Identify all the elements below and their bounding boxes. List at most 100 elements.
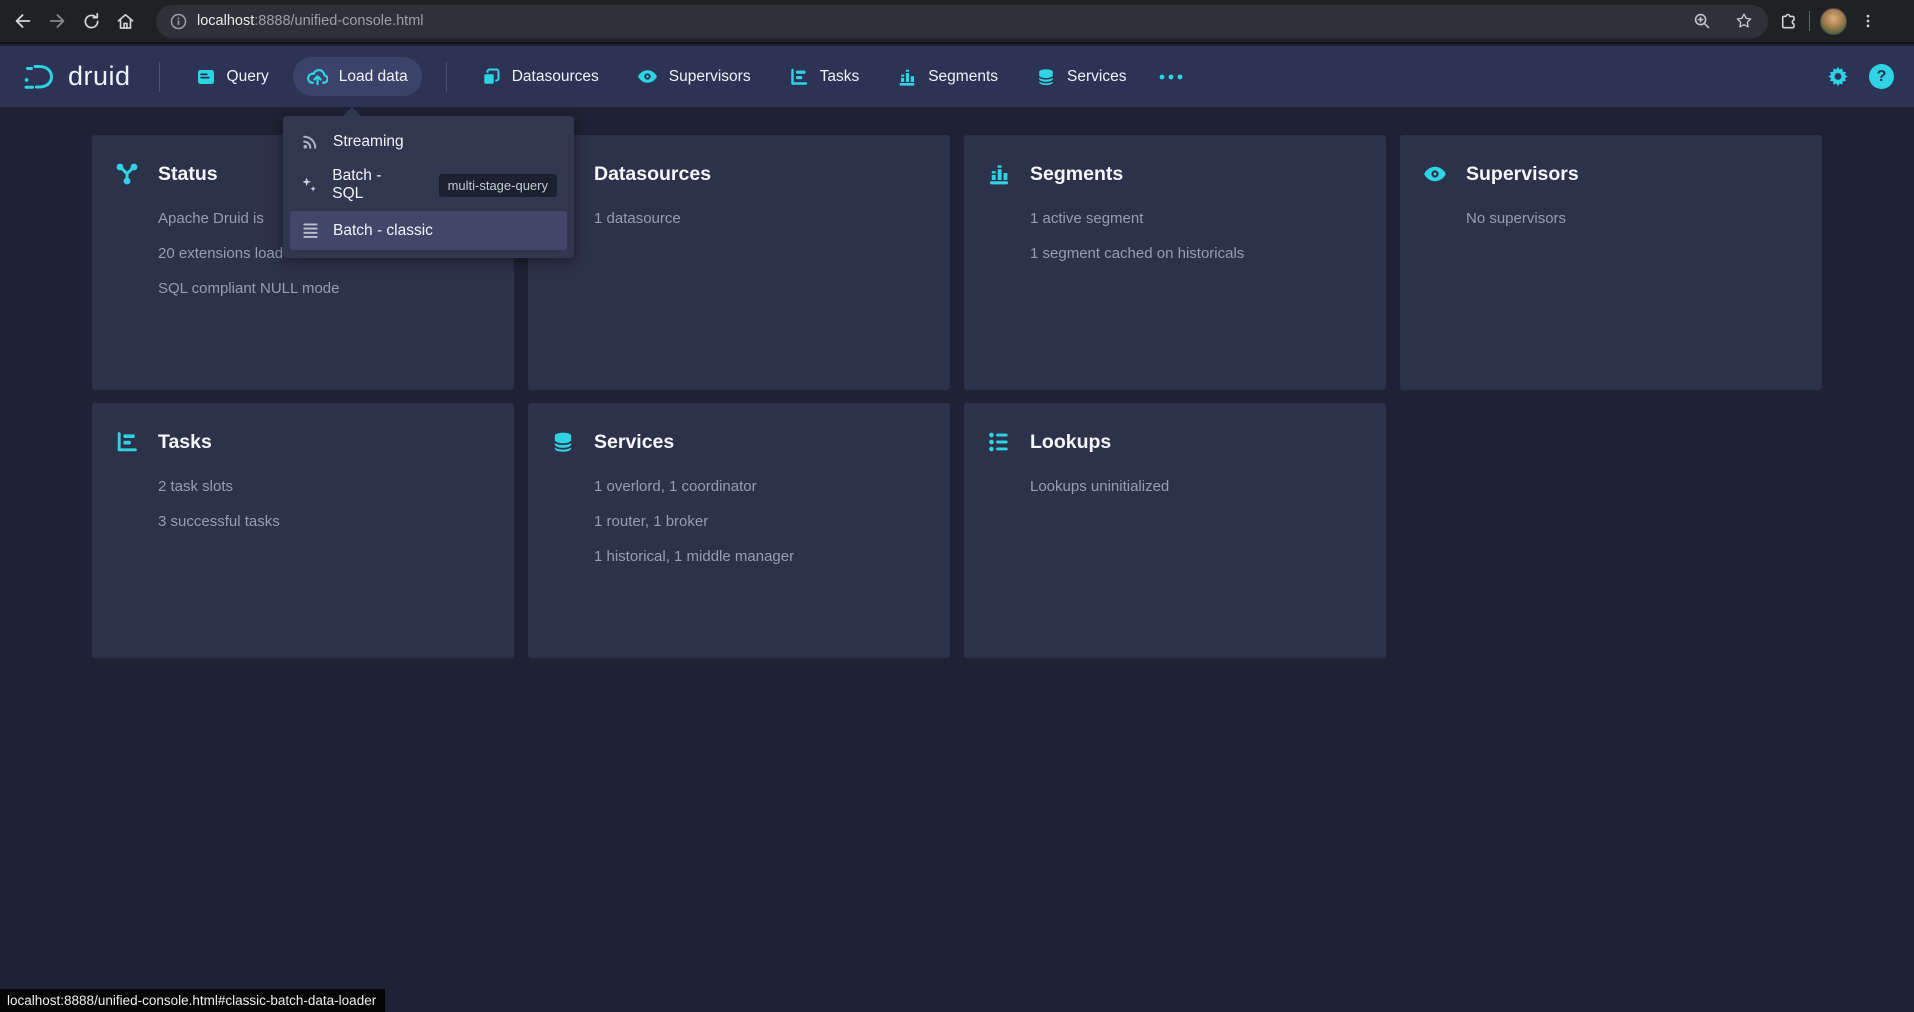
datasources-icon bbox=[481, 67, 501, 87]
card-line: 3 successful tasks bbox=[158, 511, 494, 532]
back-button[interactable] bbox=[6, 4, 40, 38]
card-line: SQL compliant NULL mode bbox=[158, 278, 494, 299]
puzzle-icon bbox=[1778, 11, 1799, 32]
info-icon bbox=[170, 13, 187, 30]
nav-label: Load data bbox=[339, 68, 408, 86]
lookups-list-icon bbox=[987, 430, 1011, 454]
nav-item-supervisors[interactable]: Supervisors bbox=[623, 57, 765, 96]
eye-icon bbox=[1423, 162, 1447, 186]
datasources-card[interactable]: Datasources 1 datasource bbox=[528, 135, 950, 390]
streaming-feed-icon bbox=[300, 132, 320, 151]
card-line: 1 active segment bbox=[1030, 208, 1366, 229]
nav-label: Datasources bbox=[512, 68, 599, 86]
segments-chart-icon bbox=[987, 162, 1011, 186]
menu-item-label: Streaming bbox=[333, 133, 404, 151]
nav-item-load-data[interactable]: Load data bbox=[293, 57, 422, 96]
reload-button[interactable] bbox=[74, 4, 108, 38]
card-line: No supervisors bbox=[1466, 208, 1802, 229]
settings-button[interactable] bbox=[1827, 66, 1849, 88]
url-bar[interactable]: localhost:8888/unified-console.html bbox=[156, 5, 1768, 38]
zoom-page-button[interactable] bbox=[1693, 12, 1712, 31]
nav-label: Query bbox=[227, 68, 269, 86]
upload-cloud-icon bbox=[307, 66, 328, 87]
help-button[interactable]: ? bbox=[1869, 64, 1894, 89]
tasks-card[interactable]: Tasks 2 task slots 3 successful tasks bbox=[92, 403, 514, 658]
druid-wordmark: druid bbox=[68, 61, 131, 92]
database-icon bbox=[551, 430, 575, 454]
home-icon bbox=[115, 11, 136, 32]
card-line: 1 overlord, 1 coordinator bbox=[594, 476, 930, 497]
ellipsis-icon bbox=[1158, 72, 1184, 82]
druid-brand[interactable]: druid bbox=[22, 61, 131, 92]
card-title: Lookups bbox=[1030, 431, 1111, 454]
nav-item-tasks[interactable]: Tasks bbox=[775, 58, 874, 96]
supervisors-card[interactable]: Supervisors No supervisors bbox=[1400, 135, 1822, 390]
menu-item-batch-sql[interactable]: Batch - SQL multi-stage-query bbox=[290, 159, 567, 211]
database-icon bbox=[1036, 67, 1056, 87]
card-title: Status bbox=[158, 163, 218, 186]
chrome-separator bbox=[1809, 11, 1810, 31]
eye-icon bbox=[637, 66, 658, 87]
home-button[interactable] bbox=[108, 4, 142, 38]
menu-item-label: Batch - classic bbox=[333, 222, 433, 240]
help-glyph: ? bbox=[1877, 68, 1887, 86]
card-title: Services bbox=[594, 431, 674, 454]
nav-label: Services bbox=[1067, 68, 1126, 86]
card-title: Supervisors bbox=[1466, 163, 1579, 186]
menu-item-label: Batch - SQL bbox=[332, 167, 413, 203]
kebab-menu-icon bbox=[1859, 10, 1877, 32]
chrome-right-controls bbox=[1778, 8, 1889, 35]
status-molecule-icon bbox=[115, 162, 139, 186]
reload-icon bbox=[81, 11, 102, 32]
card-line: 1 segment cached on historicals bbox=[1030, 243, 1366, 264]
extensions-button[interactable] bbox=[1778, 11, 1799, 32]
nav-item-datasources[interactable]: Datasources bbox=[467, 58, 613, 96]
druid-navbar: druid Query Load data Datasources Superv… bbox=[0, 46, 1914, 107]
nav-label: Segments bbox=[928, 68, 998, 86]
card-line: 1 datasource bbox=[594, 208, 930, 229]
browser-chrome: localhost:8888/unified-console.html bbox=[0, 0, 1914, 44]
card-title: Segments bbox=[1030, 163, 1123, 186]
card-line: 1 router, 1 broker bbox=[594, 511, 930, 532]
nav-more-button[interactable] bbox=[1150, 63, 1192, 91]
sparkles-icon bbox=[300, 176, 319, 195]
link-preview-tooltip: localhost:8888/unified-console.html#clas… bbox=[0, 989, 385, 1012]
list-lines-icon bbox=[300, 221, 320, 240]
multi-stage-query-tag: multi-stage-query bbox=[439, 174, 557, 197]
bookmark-button[interactable] bbox=[1734, 11, 1754, 31]
url-host: localhost bbox=[197, 13, 254, 29]
arrow-left-icon bbox=[12, 10, 34, 32]
gantt-tasks-icon bbox=[789, 67, 809, 87]
url-text: localhost:8888/unified-console.html bbox=[197, 13, 424, 29]
menu-item-streaming[interactable]: Streaming bbox=[290, 124, 567, 159]
nav-item-services[interactable]: Services bbox=[1022, 58, 1140, 96]
navbar-right-controls: ? bbox=[1827, 64, 1894, 89]
menu-button[interactable] bbox=[1859, 10, 1877, 32]
link-preview-text: localhost:8888/unified-console.html#clas… bbox=[7, 993, 376, 1008]
segments-chart-icon bbox=[897, 67, 917, 87]
card-title: Datasources bbox=[594, 163, 711, 186]
gantt-tasks-icon bbox=[115, 430, 139, 454]
gear-icon bbox=[1827, 66, 1849, 88]
magnifier-icon bbox=[1693, 12, 1712, 31]
query-icon bbox=[196, 67, 216, 87]
nav-item-query[interactable]: Query bbox=[182, 58, 283, 96]
load-data-menu: Streaming Batch - SQL multi-stage-query … bbox=[283, 116, 574, 258]
services-card[interactable]: Services 1 overlord, 1 coordinator 1 rou… bbox=[528, 403, 950, 658]
segments-card[interactable]: Segments 1 active segment 1 segment cach… bbox=[964, 135, 1386, 390]
forward-button[interactable] bbox=[40, 4, 74, 38]
profile-avatar[interactable] bbox=[1820, 8, 1847, 35]
druid-logo-icon bbox=[22, 62, 58, 92]
card-line: 1 historical, 1 middle manager bbox=[594, 546, 930, 567]
nav-label: Supervisors bbox=[669, 68, 751, 86]
card-line: Lookups uninitialized bbox=[1030, 476, 1366, 497]
nav-item-segments[interactable]: Segments bbox=[883, 58, 1012, 96]
navbar-divider bbox=[159, 62, 160, 92]
menu-item-batch-classic[interactable]: Batch - classic bbox=[290, 211, 567, 250]
star-icon bbox=[1734, 11, 1754, 31]
card-line: 2 task slots bbox=[158, 476, 494, 497]
lookups-card[interactable]: Lookups Lookups uninitialized bbox=[964, 403, 1386, 658]
arrow-right-icon bbox=[46, 10, 68, 32]
nav-label: Tasks bbox=[820, 68, 860, 86]
card-title: Tasks bbox=[158, 431, 212, 454]
